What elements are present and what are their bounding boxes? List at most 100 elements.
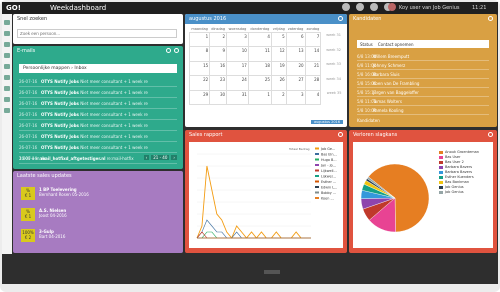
chat-icon[interactable] [342, 3, 350, 11]
gear-icon[interactable] [338, 16, 343, 21]
calendar-day-cell[interactable]: 19 [270, 60, 287, 76]
kandidaat-row[interactable]: 5/8 11:00Tomas Wolters [357, 97, 489, 106]
calendar-day-cell[interactable]: 1 [247, 89, 272, 105]
kandidaat-row[interactable]: 5/8 16:00Barbara Sluis [357, 70, 489, 79]
sales-update-item[interactable]: % € 1 A.S. Nielsen Joost 04-2016 [21, 208, 177, 226]
calendar-month-title[interactable]: augustus 2016 [189, 16, 226, 22]
gear-icon[interactable] [338, 132, 343, 137]
kandidaat-name: Jurgen van Baggeloffer [373, 90, 419, 95]
kandidaten-title: Kandidaten [353, 16, 382, 22]
notification-icon[interactable] [370, 3, 378, 11]
app-logo[interactable]: GO! [6, 4, 21, 12]
sidebar-reports-icon[interactable] [4, 75, 10, 80]
kandidaat-row[interactable]: 5/8 15:17Jurgen van Baggeloffer [357, 88, 489, 97]
sidebar-settings-icon[interactable] [4, 108, 10, 113]
status-filter[interactable]: Status Contact opnemen [357, 40, 489, 48]
pager-next-button[interactable]: › [171, 155, 177, 160]
sidebar-calendar-icon[interactable] [4, 64, 10, 69]
pie-legend-swatch [439, 150, 443, 154]
sales-update-item[interactable]: 100% € 2 3-Gulp Bart 04-2016 [21, 229, 177, 247]
calendar-day-cell[interactable]: 28 [304, 75, 322, 91]
calendar-day-cell[interactable]: 15 [188, 60, 211, 76]
sales-update-item[interactable]: % € 1 1 BP Toelevering Bernhard Rosen 05-20… [21, 187, 177, 205]
kandidaat-row[interactable]: 6/8 13:00Willem Breemputt [357, 52, 489, 61]
search-input[interactable] [17, 29, 177, 38]
calendar-day-cell[interactable]: 3 [226, 31, 249, 47]
pie-legend-label: Barbara Bavers [445, 165, 473, 169]
calendar-day-cell[interactable]: 31 [226, 89, 249, 105]
quick-search-panel: Snel zoeken [13, 14, 183, 44]
calendar-day-cell[interactable]: 13 [285, 46, 306, 62]
sidebar-sales-icon[interactable] [4, 86, 10, 91]
calendar-day-cell[interactable]: 2 [209, 31, 228, 47]
email-row[interactable]: 26-07-16 OTYS Notify Jobs Niet meer consu… [19, 109, 177, 120]
sidebar-dashboard-icon[interactable] [4, 20, 10, 25]
kandidaat-row[interactable]: 6/8 11:00Johnny Schmerz [357, 61, 489, 70]
calendar-day-cell[interactable]: 23 [209, 75, 228, 91]
calendar-day-cell[interactable]: 11 [247, 46, 272, 62]
calendar-week-number: week 31 [326, 33, 341, 37]
top-icons [342, 3, 392, 11]
gear-icon[interactable] [488, 16, 493, 21]
calendar-day-cell[interactable]: 20 [285, 60, 306, 76]
calendar-day-cell[interactable]: 30 [209, 89, 228, 105]
email-message: Niet meer consultant + 1 week re [80, 90, 148, 95]
calendar-day-cell[interactable]: 16 [209, 60, 228, 76]
dashboard-page-indicator[interactable] [264, 270, 280, 274]
calendar-day-cell[interactable]: 12 [270, 46, 287, 62]
calendar-day-cell[interactable]: 10 [226, 46, 249, 62]
calendar-footer-month[interactable]: augustus 2016 [310, 120, 343, 124]
sidebar-documents-icon[interactable] [4, 97, 10, 102]
gear-icon[interactable] [488, 132, 493, 137]
calendar-day-cell[interactable]: 27 [285, 75, 306, 91]
email-row[interactable]: 26-07-16 OTYS Notify Jobs Niet meer consu… [19, 131, 177, 142]
calendar-day-cell[interactable]: 1 [188, 31, 211, 47]
email-footer: 1.000 e-mails ‹ 21 - 40 › [19, 155, 177, 161]
calendar-week-number: week 35 [326, 91, 342, 95]
calendar-day-cell[interactable]: 3 [285, 89, 306, 105]
kandidaat-row[interactable]: 5/8 15:00Koen van De Frambling [357, 79, 489, 88]
email-row[interactable]: 26-07-16 OTYS Notify Jobs Niet meer consu… [19, 142, 177, 153]
sidebar-people-icon[interactable] [4, 31, 10, 36]
legend-swatch [315, 175, 319, 177]
calendar-day-cell[interactable]: 24 [226, 75, 249, 91]
email-message: Niet meer consultant + 1 week re [80, 112, 148, 117]
help-icon[interactable] [356, 3, 364, 11]
calendar-day-cell[interactable]: 7 [304, 31, 322, 47]
calendar-day-cell[interactable]: 2 [270, 89, 287, 105]
calendar-day-cell[interactable]: 6 [285, 31, 306, 47]
settings-icon[interactable] [166, 48, 171, 53]
calendar-day-cell[interactable]: 4 [247, 31, 272, 47]
calendar-day-cell[interactable]: 8 [188, 46, 211, 62]
calendar-day-cell[interactable]: 26 [270, 75, 287, 91]
calendar-day-cell[interactable]: 18 [247, 60, 272, 76]
sales-report-header: Sales rapport [185, 130, 347, 140]
kandidaat-date: 5/8 16:00 [357, 72, 377, 77]
calendar-day-cell[interactable]: 17 [226, 60, 249, 76]
kandidaten-footer[interactable]: Kandidaten [357, 118, 380, 123]
calendar-day-cell[interactable]: 22 [188, 75, 211, 91]
pager-prev-button[interactable]: ‹ [143, 155, 150, 160]
legend-swatch [315, 153, 319, 155]
kandidaat-row[interactable]: 5/8 10:00Pamela Kooling [357, 106, 489, 115]
calendar-day-cell[interactable]: 5 [270, 31, 287, 47]
email-row[interactable]: 26-07-16 OTYS Notify Jobs Niet meer consu… [19, 120, 177, 131]
sidebar-mail-icon[interactable] [4, 53, 10, 58]
pie-legend-swatch [439, 175, 443, 179]
kandidaten-header: Kandidaten [349, 14, 497, 24]
email-list: 26-07-16 OTYS Notify Jobs Niet meer consu… [19, 76, 177, 164]
calendar-day-cell[interactable]: 4 [304, 89, 322, 105]
calendar-day-cell[interactable]: 29 [188, 89, 211, 105]
gear-icon[interactable] [174, 48, 179, 53]
email-row[interactable]: 26-07-16 OTYS Notify Jobs Niet meer consu… [19, 76, 177, 87]
sidebar-jobs-icon[interactable] [4, 42, 10, 47]
calendar-day-cell[interactable]: 25 [247, 75, 272, 91]
email-row[interactable]: 26-07-16 OTYS Notify Jobs Niet meer consu… [19, 87, 177, 98]
calendar-day-cell[interactable]: 14 [304, 46, 322, 62]
user-name[interactable]: Koy user van Job Genius [399, 5, 460, 11]
avatar[interactable] [388, 3, 396, 11]
email-row[interactable]: 26-07-16 OTYS Notify Jobs Niet meer consu… [19, 98, 177, 109]
calendar-day-cell[interactable]: 9 [209, 46, 228, 62]
calendar-day-cell[interactable]: 21 [304, 60, 322, 76]
mailbox-folder-select[interactable]: Persoonlijke mappen › Inbox [19, 64, 177, 73]
